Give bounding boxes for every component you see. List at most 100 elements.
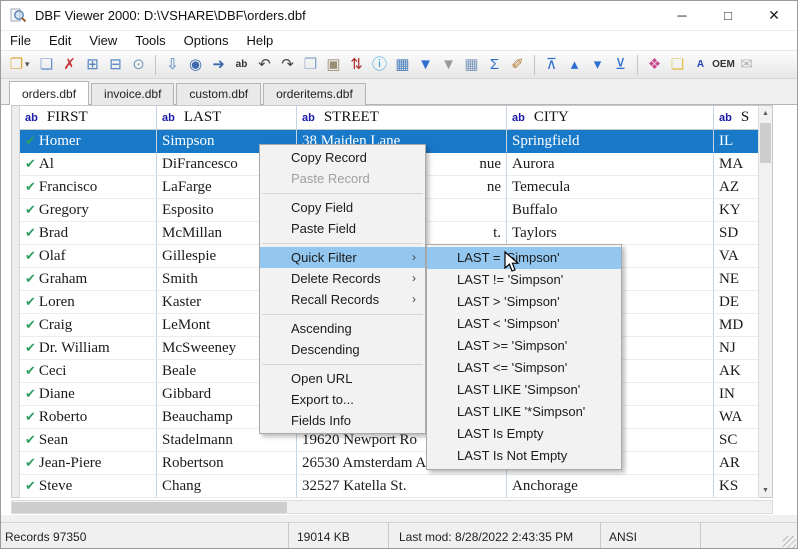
context-menu-item-paste-record[interactable]: Paste Record: [260, 168, 425, 189]
cell-last[interactable]: Robertson: [157, 452, 297, 475]
cell-city[interactable]: Anchorage: [507, 475, 714, 498]
color-palette-icon[interactable]: ❖: [646, 54, 663, 76]
cell-city[interactable]: Temecula: [507, 176, 714, 199]
cell-state[interactable]: IN: [714, 383, 760, 406]
sort-az-icon[interactable]: ⇅: [348, 54, 365, 76]
cell-state[interactable]: AR: [714, 452, 760, 475]
context-menu-item-fields-info[interactable]: Fields Info: [260, 410, 425, 431]
quick-filter-option-last-simpson[interactable]: LAST = 'Simpson': [427, 247, 621, 269]
column-header-street[interactable]: ab STREET: [297, 106, 507, 129]
layers-icon[interactable]: ❏: [669, 54, 686, 76]
oem-icon[interactable]: OEM: [712, 54, 735, 76]
prior-record-icon[interactable]: ▴: [566, 54, 583, 76]
vertical-scrollbar[interactable]: ▲ ▼: [758, 106, 772, 497]
cell-first[interactable]: ✔ Al: [20, 153, 157, 176]
cell-city[interactable]: Aurora: [507, 153, 714, 176]
horizontal-scroll-thumb[interactable]: [12, 502, 287, 513]
info-bubble-icon[interactable]: ⓘ: [371, 54, 388, 76]
quick-filter-option-last-like-simpson[interactable]: LAST LIKE '*Simpson': [427, 401, 621, 423]
cell-first[interactable]: ✔ Steve: [20, 475, 157, 498]
context-menu-item-quick-filter[interactable]: Quick Filter ›: [260, 247, 425, 268]
cell-first[interactable]: ✔ Sean: [20, 429, 157, 452]
maximize-button[interactable]: □: [705, 1, 751, 30]
quick-filter-option-last-simpson[interactable]: LAST < 'Simpson': [427, 313, 621, 335]
zoom-icon[interactable]: ⊙: [130, 54, 147, 76]
column-header-city[interactable]: ab CITY: [507, 106, 714, 129]
cell-first[interactable]: ✔ Homer: [20, 130, 157, 153]
delete-record-icon[interactable]: ✗: [61, 54, 78, 76]
tab-orderitems-dbf[interactable]: orderitems.dbf: [263, 83, 366, 105]
cell-state[interactable]: NE: [714, 268, 760, 291]
quick-filter-option-last-like-simpson[interactable]: LAST LIKE 'Simpson': [427, 379, 621, 401]
horizontal-scrollbar[interactable]: [11, 500, 773, 514]
quick-filter-option-last-simpson[interactable]: LAST <= 'Simpson': [427, 357, 621, 379]
next-record-icon[interactable]: ▾: [589, 54, 606, 76]
field-structure-icon[interactable]: ⊟: [107, 54, 124, 76]
cell-first[interactable]: ✔ Francisco: [20, 176, 157, 199]
cell-first[interactable]: ✔ Gregory: [20, 199, 157, 222]
cell-first[interactable]: ✔ Jean-Piere: [20, 452, 157, 475]
context-menu-item-open-url[interactable]: Open URL: [260, 368, 425, 389]
cell-first[interactable]: ✔ Diane: [20, 383, 157, 406]
tab-invoice-dbf[interactable]: invoice.dbf: [91, 83, 175, 105]
menu-item-help[interactable]: Help: [237, 31, 282, 50]
menu-item-file[interactable]: File: [1, 31, 40, 50]
sum-icon[interactable]: Σ: [486, 54, 503, 76]
context-menu-item-copy-field[interactable]: Copy Field: [260, 197, 425, 218]
menu-item-view[interactable]: View: [80, 31, 126, 50]
cell-city[interactable]: Taylors: [507, 222, 714, 245]
filter-icon[interactable]: ▼: [417, 54, 434, 76]
context-menu-item-export-to[interactable]: Export to...: [260, 389, 425, 410]
quick-filter-option-last-simpson[interactable]: LAST >= 'Simpson': [427, 335, 621, 357]
column-header-state[interactable]: ab S: [714, 106, 760, 129]
context-menu-item-copy-record[interactable]: Copy Record: [260, 147, 425, 168]
menu-item-tools[interactable]: Tools: [126, 31, 174, 50]
quick-filter-option-last-simpson[interactable]: LAST != 'Simpson': [427, 269, 621, 291]
find-icon[interactable]: ◉: [187, 54, 204, 76]
cell-state[interactable]: WA: [714, 406, 760, 429]
structure-export-icon[interactable]: ⊞: [84, 54, 101, 76]
cell-city[interactable]: Buffalo: [507, 199, 714, 222]
undo-icon[interactable]: ↶: [256, 54, 273, 76]
cell-state[interactable]: KS: [714, 475, 760, 498]
cell-first[interactable]: ✔ Loren: [20, 291, 157, 314]
context-menu-item-ascending[interactable]: Ascending: [260, 318, 425, 339]
menu-item-edit[interactable]: Edit: [40, 31, 80, 50]
grid-icon[interactable]: ▦: [463, 54, 480, 76]
quick-filter-option-last-is-empty[interactable]: LAST Is Empty: [427, 423, 621, 445]
cell-first[interactable]: ✔ Brad: [20, 222, 157, 245]
cell-first[interactable]: ✔ Ceci: [20, 360, 157, 383]
cell-state[interactable]: SD: [714, 222, 760, 245]
cell-street[interactable]: 32527 Katella St.: [297, 475, 507, 498]
export-mail-icon[interactable]: ✉: [738, 54, 755, 76]
brush-icon[interactable]: ✐: [509, 54, 526, 76]
replace-icon[interactable]: ab: [233, 54, 250, 76]
menu-item-options[interactable]: Options: [175, 31, 238, 50]
redo-icon[interactable]: ↷: [279, 54, 296, 76]
save-icon[interactable]: ⇩: [164, 54, 181, 76]
minimize-button[interactable]: ─: [659, 1, 705, 30]
table-row[interactable]: ✔ Steve Chang 32527 Katella St. Anchorage KS: [20, 475, 760, 498]
context-menu-item-delete-records[interactable]: Delete Records ›: [260, 268, 425, 289]
cell-last[interactable]: Chang: [157, 475, 297, 498]
cell-state[interactable]: DE: [714, 291, 760, 314]
scroll-down-icon[interactable]: ▼: [759, 483, 772, 497]
clear-filter-icon[interactable]: ▼: [440, 54, 457, 76]
column-header-last[interactable]: ab LAST: [157, 106, 297, 129]
cell-state[interactable]: MA: [714, 153, 760, 176]
quick-filter-option-last-is-not-empty[interactable]: LAST Is Not Empty: [427, 445, 621, 467]
column-header-first[interactable]: ab FIRST: [20, 106, 157, 129]
context-menu-item-descending[interactable]: Descending: [260, 339, 425, 360]
cell-state[interactable]: IL: [714, 130, 760, 153]
cell-city[interactable]: Springfield: [507, 130, 714, 153]
cell-state[interactable]: VA: [714, 245, 760, 268]
paste-icon[interactable]: ▣: [325, 54, 342, 76]
context-menu-item-paste-field[interactable]: Paste Field: [260, 218, 425, 239]
resize-grip[interactable]: [783, 536, 796, 548]
close-button[interactable]: ✕: [751, 1, 797, 30]
first-record-icon[interactable]: ⊼: [543, 54, 560, 76]
filter-table-icon[interactable]: ▦: [394, 54, 411, 76]
vertical-scroll-thumb[interactable]: [760, 123, 771, 163]
quick-filter-option-last-simpson[interactable]: LAST > 'Simpson': [427, 291, 621, 313]
open-icon[interactable]: ❐: [8, 54, 25, 76]
